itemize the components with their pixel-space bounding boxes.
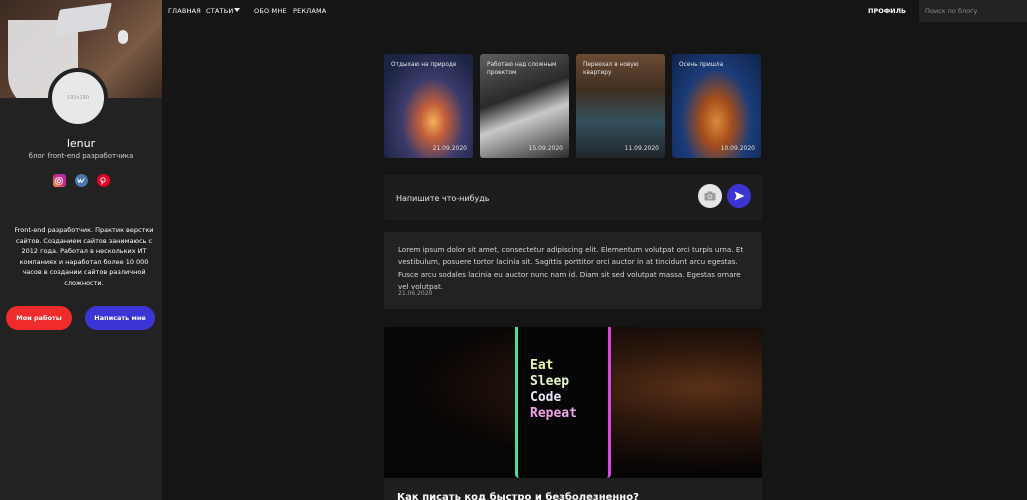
vk-icon[interactable] (74, 174, 88, 187)
story-card[interactable]: Переехал в новую квартиру 11.09.2020 (576, 54, 665, 158)
profile-description: блог front-end разработчика (28, 152, 134, 160)
story-title: Переехал в новую квартиру (583, 62, 639, 76)
camera-icon (704, 191, 716, 201)
mouse-shape (118, 30, 128, 44)
text-post: Lorem ipsum dolor sit amet, consectetur … (384, 232, 762, 309)
social-links (0, 174, 162, 187)
attach-photo-button[interactable] (698, 184, 722, 208)
phone-shape: Eat Sleep Code Repeat (515, 327, 611, 478)
chevron-down-icon[interactable] (234, 8, 240, 12)
post-input[interactable] (396, 190, 676, 206)
my-works-button[interactable]: Мои работы (6, 306, 72, 330)
story-card[interactable]: Отдыхаю на природе 21.09.2020 (384, 54, 473, 158)
story-date: 11.09.2020 (624, 145, 659, 152)
pinterest-icon[interactable] (96, 174, 110, 187)
laptop-shape (54, 2, 112, 36)
image-text-line: Repeat (530, 406, 577, 421)
article-card[interactable]: Eat Sleep Code Repeat Как писать код быс… (384, 327, 762, 500)
send-icon (734, 191, 744, 201)
story-title: Отдыхаю на природе (391, 62, 457, 68)
post-composer (384, 175, 762, 220)
nav-item-articles[interactable]: СТАТЬИ (206, 7, 233, 15)
instagram-icon[interactable] (52, 174, 66, 187)
article-image: Eat Sleep Code Repeat (384, 327, 762, 478)
story-card[interactable]: Работаю над сложным проектом 15.09.2020 (480, 54, 569, 158)
nav-item-ads[interactable]: РЕКЛАМА (293, 7, 326, 15)
post-date: 21.06.2020 (398, 290, 433, 297)
image-text-line: Code (530, 390, 562, 405)
story-date: 21.09.2020 (432, 145, 467, 152)
stories-row: Отдыхаю на природе 21.09.2020 Работаю на… (384, 54, 762, 158)
write-me-button[interactable]: Написать мне (85, 306, 155, 330)
image-text-line: Eat (530, 358, 554, 373)
avatar[interactable]: 192x190 (48, 68, 108, 128)
profile-name: lenur (66, 137, 96, 150)
nav-item-about[interactable]: ОБО МНЕ (254, 7, 287, 15)
sidebar: 192x190 lenur блог front-end разработчик… (0, 0, 162, 500)
nav-item-profile[interactable]: ПРОФИЛЬ (868, 7, 906, 15)
nav-item-home[interactable]: ГЛАВНАЯ (168, 7, 201, 15)
story-card[interactable]: Осень пришла 10.09.2020 (672, 54, 761, 158)
story-date: 15.09.2020 (528, 145, 563, 152)
story-title: Осень пришла (679, 62, 724, 68)
search-input[interactable] (919, 0, 1027, 22)
send-button[interactable] (727, 184, 751, 208)
avatar-placeholder-text: 192x190 (66, 95, 90, 101)
story-date: 10.09.2020 (720, 145, 755, 152)
top-navigation: ГЛАВНАЯ СТАТЬИ ОБО МНЕ РЕКЛАМА ПРОФИЛЬ (162, 0, 1027, 22)
story-title: Работаю над сложным проектом (487, 62, 557, 76)
article-title[interactable]: Как писать код быстро и безболезненно? (397, 492, 639, 500)
about-text: Front-end разработчик. Практик верстки с… (14, 226, 154, 287)
image-text-line: Sleep (530, 374, 570, 389)
post-text: Lorem ipsum dolor sit amet, consectetur … (398, 245, 744, 291)
